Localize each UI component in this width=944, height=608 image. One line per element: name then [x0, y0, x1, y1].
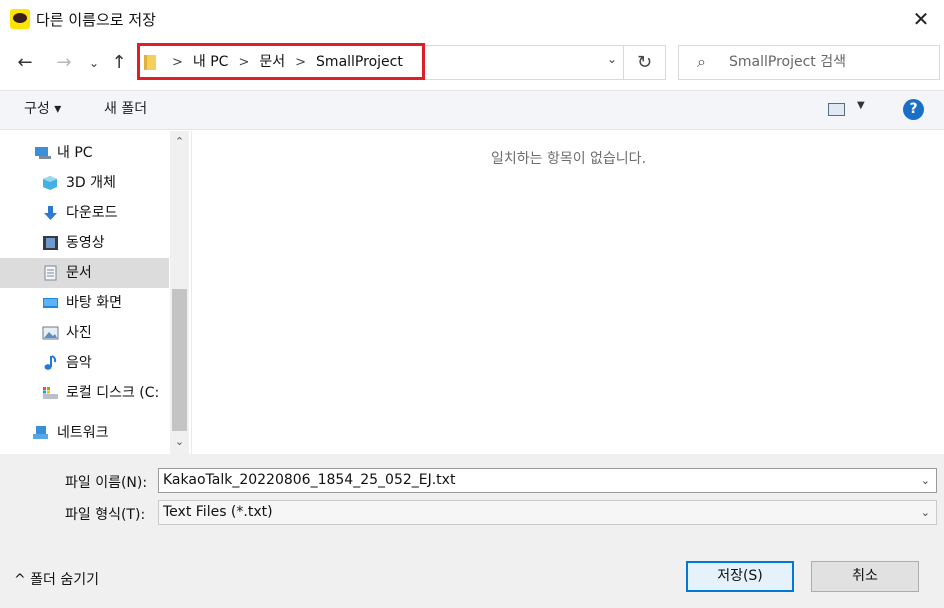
filetype-select[interactable]: Text Files (*.txt) ⌄ [158, 500, 937, 525]
nav-item-music[interactable]: 음악 [0, 348, 169, 378]
title-bar: 다른 이름으로 저장 ✕ [0, 0, 944, 38]
scroll-down-icon[interactable]: ⌄ [170, 433, 189, 451]
organize-button[interactable]: 구성 ▾ [24, 91, 61, 129]
breadcrumb-separator-icon: > [172, 55, 183, 70]
nav-item-label: 음악 [66, 355, 92, 371]
scroll-up-icon[interactable]: ⌃ [170, 133, 189, 151]
search-box[interactable]: ⌕ SmallProject 검색 [678, 45, 940, 80]
empty-message: 일치하는 항목이 없습니다. [490, 151, 647, 167]
back-arrow-icon[interactable]: ← [13, 50, 37, 76]
window-title: 다른 이름으로 저장 [36, 11, 156, 29]
picture-icon [42, 326, 59, 340]
network-icon [33, 426, 48, 439]
breadcrumb-separator-icon: > [295, 55, 307, 70]
view-dropdown-icon[interactable]: ▼ [857, 100, 865, 111]
download-icon [44, 206, 57, 220]
nav-item-my-pc[interactable]: 내 PC [0, 138, 169, 168]
help-icon[interactable]: ? [903, 99, 924, 120]
breadcrumb-separator-icon: > [238, 55, 250, 70]
nav-item-label: 사진 [66, 325, 92, 341]
toolbar: 구성 ▾ 새 폴더 ▼ ? [0, 90, 944, 130]
cube-icon [43, 176, 57, 190]
new-folder-button[interactable]: 새 폴더 [104, 91, 147, 129]
nav-item-label: 문서 [66, 265, 92, 281]
document-icon [44, 265, 57, 281]
scroll-thumb[interactable] [172, 289, 187, 431]
nav-item-local-disk[interactable]: 로컬 디스크 (C: [0, 378, 169, 408]
computer-icon [35, 147, 51, 159]
address-dropdown-chevron-icon[interactable]: ⌄ [607, 52, 617, 66]
folder-icon [144, 55, 156, 70]
filename-label: 파일 이름(N): [65, 475, 148, 491]
recent-locations-chevron-icon[interactable]: ⌄ [82, 50, 106, 76]
search-icon: ⌕ [697, 52, 706, 71]
forward-arrow-icon[interactable]: → [52, 50, 76, 76]
nav-item-network[interactable]: 네트워크 [0, 418, 169, 448]
kakaotalk-icon [10, 9, 30, 29]
save-button[interactable]: 저장(S) [686, 561, 794, 592]
filename-input[interactable]: KakaoTalk_20220806_1854_25_052_EJ.txt ⌄ [158, 468, 937, 493]
nav-item-documents[interactable]: 문서 [0, 258, 169, 288]
nav-item-videos[interactable]: 동영상 [0, 228, 169, 258]
desktop-icon [43, 298, 58, 308]
cancel-button[interactable]: 취소 [811, 561, 919, 592]
nav-item-label: 바탕 화면 [66, 295, 122, 311]
breadcrumb-item-my-pc[interactable]: 내 PC [193, 54, 229, 70]
breadcrumb: > 내 PC > 문서 > SmallProject [162, 46, 403, 79]
view-options-icon[interactable] [828, 103, 845, 116]
nav-item-label: 로컬 디스크 (C: [66, 385, 160, 401]
navigation-pane: 내 PC 3D 개체 다운로드 동영상 문서 바탕 화면 사진 음악 로컬 디스… [0, 131, 190, 454]
up-arrow-icon[interactable]: ↑ [107, 50, 131, 76]
nav-item-label: 네트워크 [57, 425, 109, 441]
nav-item-downloads[interactable]: 다운로드 [0, 198, 169, 228]
search-input[interactable]: SmallProject 검색 [729, 46, 846, 79]
nav-item-desktop[interactable]: 바탕 화면 [0, 288, 169, 318]
nav-item-label: 내 PC [57, 145, 93, 161]
filetype-label: 파일 형식(T): [65, 507, 146, 523]
nav-scrollbar[interactable]: ⌃ ⌄ [170, 131, 189, 454]
music-icon [44, 355, 57, 370]
nav-item-pictures[interactable]: 사진 [0, 318, 169, 348]
breadcrumb-item-documents[interactable]: 문서 [259, 54, 285, 70]
video-icon [43, 236, 58, 250]
hide-folders-button[interactable]: ^ 폴더 숨기기 [14, 569, 99, 589]
breadcrumb-item-smallproject[interactable]: SmallProject [316, 54, 403, 70]
disk-icon [43, 387, 58, 399]
filename-value: KakaoTalk_20220806_1854_25_052_EJ.txt [163, 472, 456, 488]
nav-item-label: 3D 개체 [66, 175, 116, 191]
refresh-icon[interactable]: ↻ [624, 45, 666, 80]
nav-item-label: 다운로드 [66, 205, 118, 221]
address-bar[interactable]: > 내 PC > 문서 > SmallProject ⌄ [137, 45, 624, 80]
nav-item-3d-objects[interactable]: 3D 개체 [0, 168, 169, 198]
close-button[interactable]: ✕ [898, 0, 944, 38]
filetype-dropdown-chevron-icon[interactable]: ⌄ [921, 501, 930, 524]
nav-item-label: 동영상 [66, 235, 105, 251]
save-form: 파일 이름(N): KakaoTalk_20220806_1854_25_052… [0, 454, 944, 608]
filename-dropdown-chevron-icon[interactable]: ⌄ [921, 469, 930, 492]
file-list[interactable]: 일치하는 항목이 없습니다. [191, 131, 944, 454]
filetype-value: Text Files (*.txt) [163, 504, 273, 520]
